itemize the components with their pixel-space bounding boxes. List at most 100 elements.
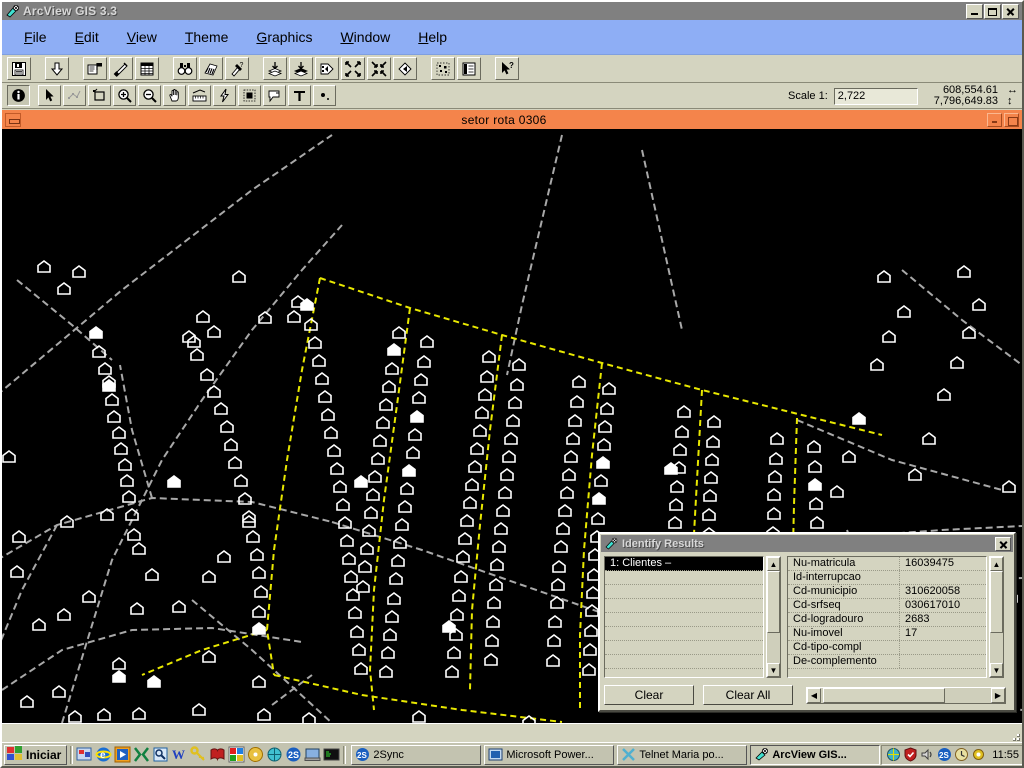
identify-icon[interactable] [7,85,30,106]
field-scroll-down-button[interactable]: ▼ [990,663,1003,677]
window-close-button[interactable] [1002,3,1019,19]
key-icon[interactable] [190,746,207,763]
view-maximize-button[interactable] [1004,112,1019,127]
2sync-tray-icon[interactable]: 2S [937,747,952,762]
task-button-powerpoint[interactable]: Microsoft Power... [484,744,615,765]
start-button[interactable]: Iniciar [4,744,68,765]
identify-feature-list[interactable]: 1: Clientes – [604,556,764,678]
label-icon[interactable] [238,85,261,106]
zoom-to-themes-icon[interactable] [263,57,287,80]
save-project-icon[interactable] [7,57,31,80]
field-horizontal-scrollbar[interactable]: ◀ ▶ [806,686,1006,704]
menu-view[interactable]: View [113,26,171,48]
field-value: 17 [905,627,918,639]
book-icon[interactable] [209,746,226,763]
taskbar-clock[interactable]: 11:55 [992,749,1019,761]
menu-help[interactable]: Help [404,26,461,48]
dialog-footer: Clear Clear All ◀ ▶ [604,684,1010,706]
network-icon[interactable] [266,746,283,763]
list-item-empty [605,613,763,627]
table-row: Cd-srfseq 030617010 [788,599,986,613]
list-scroll-track[interactable] [767,571,780,663]
menu-theme[interactable]: Theme [171,26,243,48]
field-hscroll-thumb[interactable] [823,687,945,703]
menu-graphics[interactable]: Graphics [242,26,326,48]
menu-file[interactable]: File [10,26,61,48]
field-scroll-track[interactable] [990,571,1003,663]
terminal-icon[interactable] [323,746,340,763]
window-title: ArcView GIS 3.3 [23,4,118,18]
hot-link-icon[interactable] [213,85,236,106]
zoom-to-full-extent-icon[interactable] [315,57,339,80]
draw-point-icon[interactable] [313,85,336,106]
field-vertical-scrollbar[interactable]: ▲ ▼ [989,556,1004,678]
task-button-arcview[interactable]: ArcView GIS... [750,744,881,765]
excel-icon[interactable] [133,746,150,763]
window-minimize-button[interactable] [966,3,983,19]
preview-icon[interactable] [152,746,169,763]
volume-tray-icon[interactable] [920,747,935,762]
callout-icon[interactable] [263,85,286,106]
dialog-close-button[interactable] [995,536,1011,551]
list-scroll-up-button[interactable]: ▲ [767,557,780,571]
settings-tray-icon[interactable] [971,747,986,762]
main-toolbar: ? ? [2,55,1022,83]
text-icon[interactable] [288,85,311,106]
zoom-to-selected-icon[interactable] [289,57,313,80]
field-scroll-up-button[interactable]: ▲ [990,557,1003,571]
clear-all-button[interactable]: Clear All [703,685,793,705]
zoom-previous-icon[interactable] [393,57,417,80]
zoom-in-icon[interactable] [113,85,136,106]
task-list: 2S 2Sync Microsoft Power... Telnet Maria… [351,744,881,765]
identify-field-table[interactable]: Nu-matricula 16039475 Id-interrupcao Cd-… [787,556,987,678]
zoom-out-fixed-icon[interactable] [367,57,391,80]
add-theme-icon[interactable] [45,57,69,80]
powerpoint-icon [488,747,503,762]
field-scroll-thumb[interactable] [990,571,1003,633]
word-icon[interactable]: W [171,746,188,763]
taskbar-separator [70,745,74,764]
network-tray-icon[interactable] [886,747,901,762]
clear-button[interactable]: Clear [604,685,694,705]
menu-edit[interactable]: Edit [61,26,113,48]
edit-legend-icon[interactable] [109,57,133,80]
scale-input[interactable]: 2,722 [833,87,918,105]
show-desktop-icon[interactable] [76,746,93,763]
2sync-icon[interactable]: 2S [285,746,302,763]
list-item[interactable]: 1: Clientes – [605,557,763,571]
open-table-icon[interactable] [135,57,159,80]
find-icon[interactable] [173,57,197,80]
scheduler-tray-icon[interactable] [954,747,969,762]
list-vertical-scrollbar[interactable]: ▲ ▼ [766,556,781,678]
antivirus-tray-icon[interactable] [903,747,918,762]
view-minimize-button[interactable] [987,112,1002,127]
zoom-in-fixed-icon[interactable] [341,57,365,80]
cd-icon[interactable] [247,746,264,763]
select-shape-icon[interactable] [88,85,111,106]
menu-window[interactable]: Window [326,26,404,48]
list-scroll-thumb[interactable] [767,571,780,633]
task-button-2sync[interactable]: 2S 2Sync [351,744,482,765]
vertex-edit-icon[interactable] [63,85,86,106]
laptop-icon[interactable] [304,746,321,763]
theme-properties-icon[interactable] [83,57,107,80]
clear-selected-icon[interactable] [457,57,481,80]
field-scroll-left-button[interactable]: ◀ [807,687,821,703]
list-scroll-down-button[interactable]: ▼ [767,663,780,677]
view-system-menu-icon[interactable] [5,112,21,127]
query-builder-icon[interactable]: ? [225,57,249,80]
select-feature-icon[interactable] [431,57,455,80]
window-maximize-button[interactable] [984,3,1001,19]
pointer-icon[interactable] [38,85,61,106]
measure-icon[interactable] [188,85,211,106]
locate-address-icon[interactable] [199,57,223,80]
task-button-telnet[interactable]: Telnet Maria po... [617,744,748,765]
field-name: Id-interrupcao [788,571,900,584]
paint-icon[interactable] [228,746,245,763]
field-scroll-right-button[interactable]: ▶ [991,687,1005,703]
internet-explorer-icon[interactable]: e [95,746,112,763]
zoom-out-icon[interactable] [138,85,161,106]
media-player-icon[interactable] [114,746,131,763]
help-pointer-icon[interactable]: ? [495,57,519,80]
pan-icon[interactable] [163,85,186,106]
